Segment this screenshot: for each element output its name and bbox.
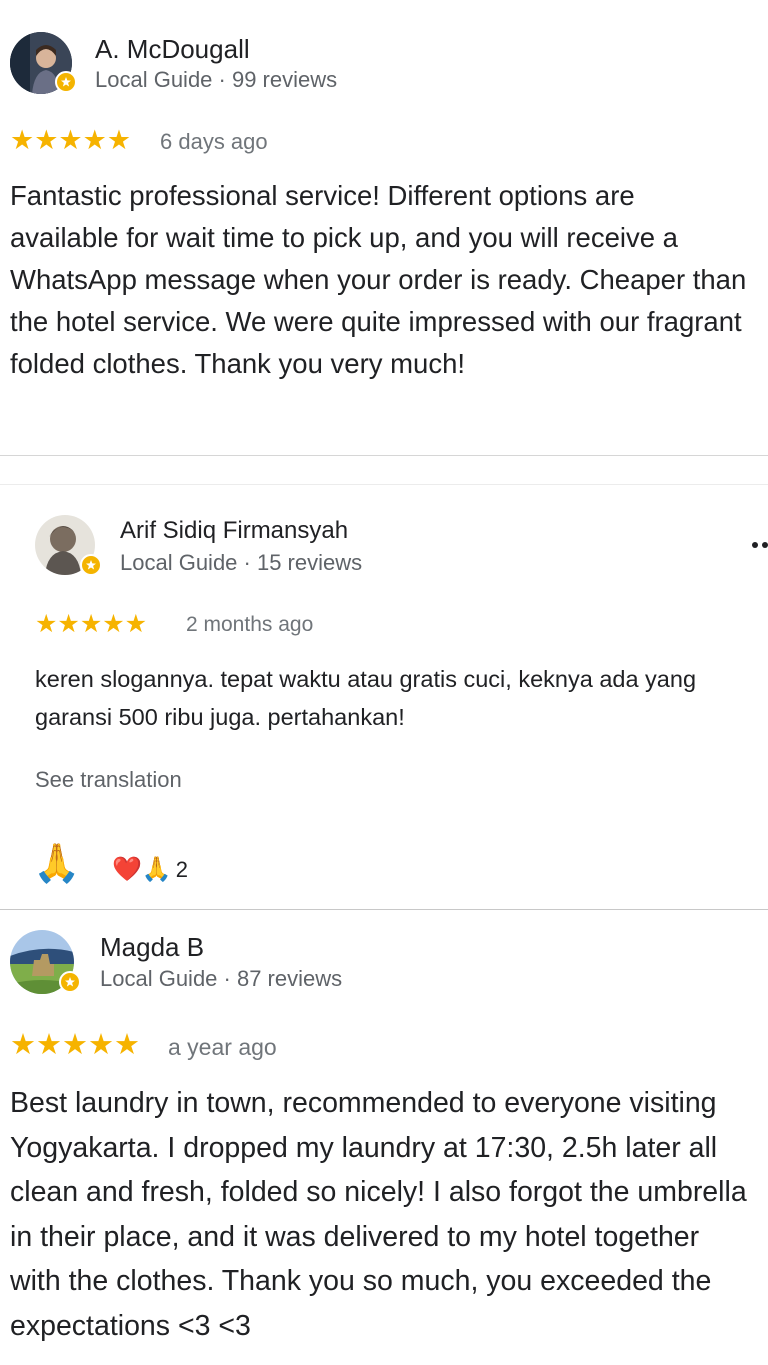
review-card: Arif Sidiq Firmansyah Local Guide · 15 r… [0, 485, 768, 909]
review-text: keren slogannya. tepat waktu atau gratis… [35, 666, 697, 730]
star-icons: ★★★★★ [10, 125, 132, 155]
rating-stars: ★★★★★ [10, 127, 131, 154]
reaction-summary[interactable]: ❤️🙏 2 [112, 857, 188, 883]
reviewer-name[interactable]: A. McDougall [95, 34, 250, 65]
reviewer-meta: Local Guide · 99 reviews [95, 67, 338, 92]
reviewer-name[interactable]: Magda B [100, 932, 204, 963]
reviewer-name[interactable]: Arif Sidiq Firmansyah [120, 517, 348, 545]
local-guide-star-icon [59, 971, 81, 993]
rating-stars: ★★★★★ [35, 612, 147, 637]
star-icons: ★★★★★ [35, 610, 148, 638]
see-translation-link[interactable]: See translation [35, 767, 182, 793]
reviewer-meta: Local Guide · 87 reviews [100, 966, 343, 991]
local-guide-star-icon [80, 554, 102, 576]
reviewer-meta: Local Guide · 15 reviews [120, 550, 363, 575]
rating-stars: ★★★★★ [10, 1031, 140, 1060]
review-text: Fantastic professional service! Differen… [10, 180, 747, 379]
local-guide-star-icon [55, 71, 77, 93]
review-date: a year ago [168, 1034, 277, 1060]
praying-hands-reaction-button[interactable]: 🙏 [33, 845, 80, 883]
star-icons: ★★★★★ [10, 1029, 140, 1061]
review-card: Magda B Local Guide · 87 reviews ★★★★★ a… [0, 910, 768, 1365]
review-card: A. McDougall Local Guide · 99 reviews ★★… [0, 0, 768, 456]
more-options-icon[interactable] [750, 537, 768, 553]
review-text: Best laundry in town, recommended to eve… [10, 1087, 747, 1342]
review-date: 2 months ago [186, 613, 314, 636]
heart-praying-icons: ❤️🙏 [112, 856, 172, 883]
reaction-count: 2 [175, 857, 189, 882]
review-date: 6 days ago [160, 129, 268, 154]
divider [0, 455, 768, 456]
